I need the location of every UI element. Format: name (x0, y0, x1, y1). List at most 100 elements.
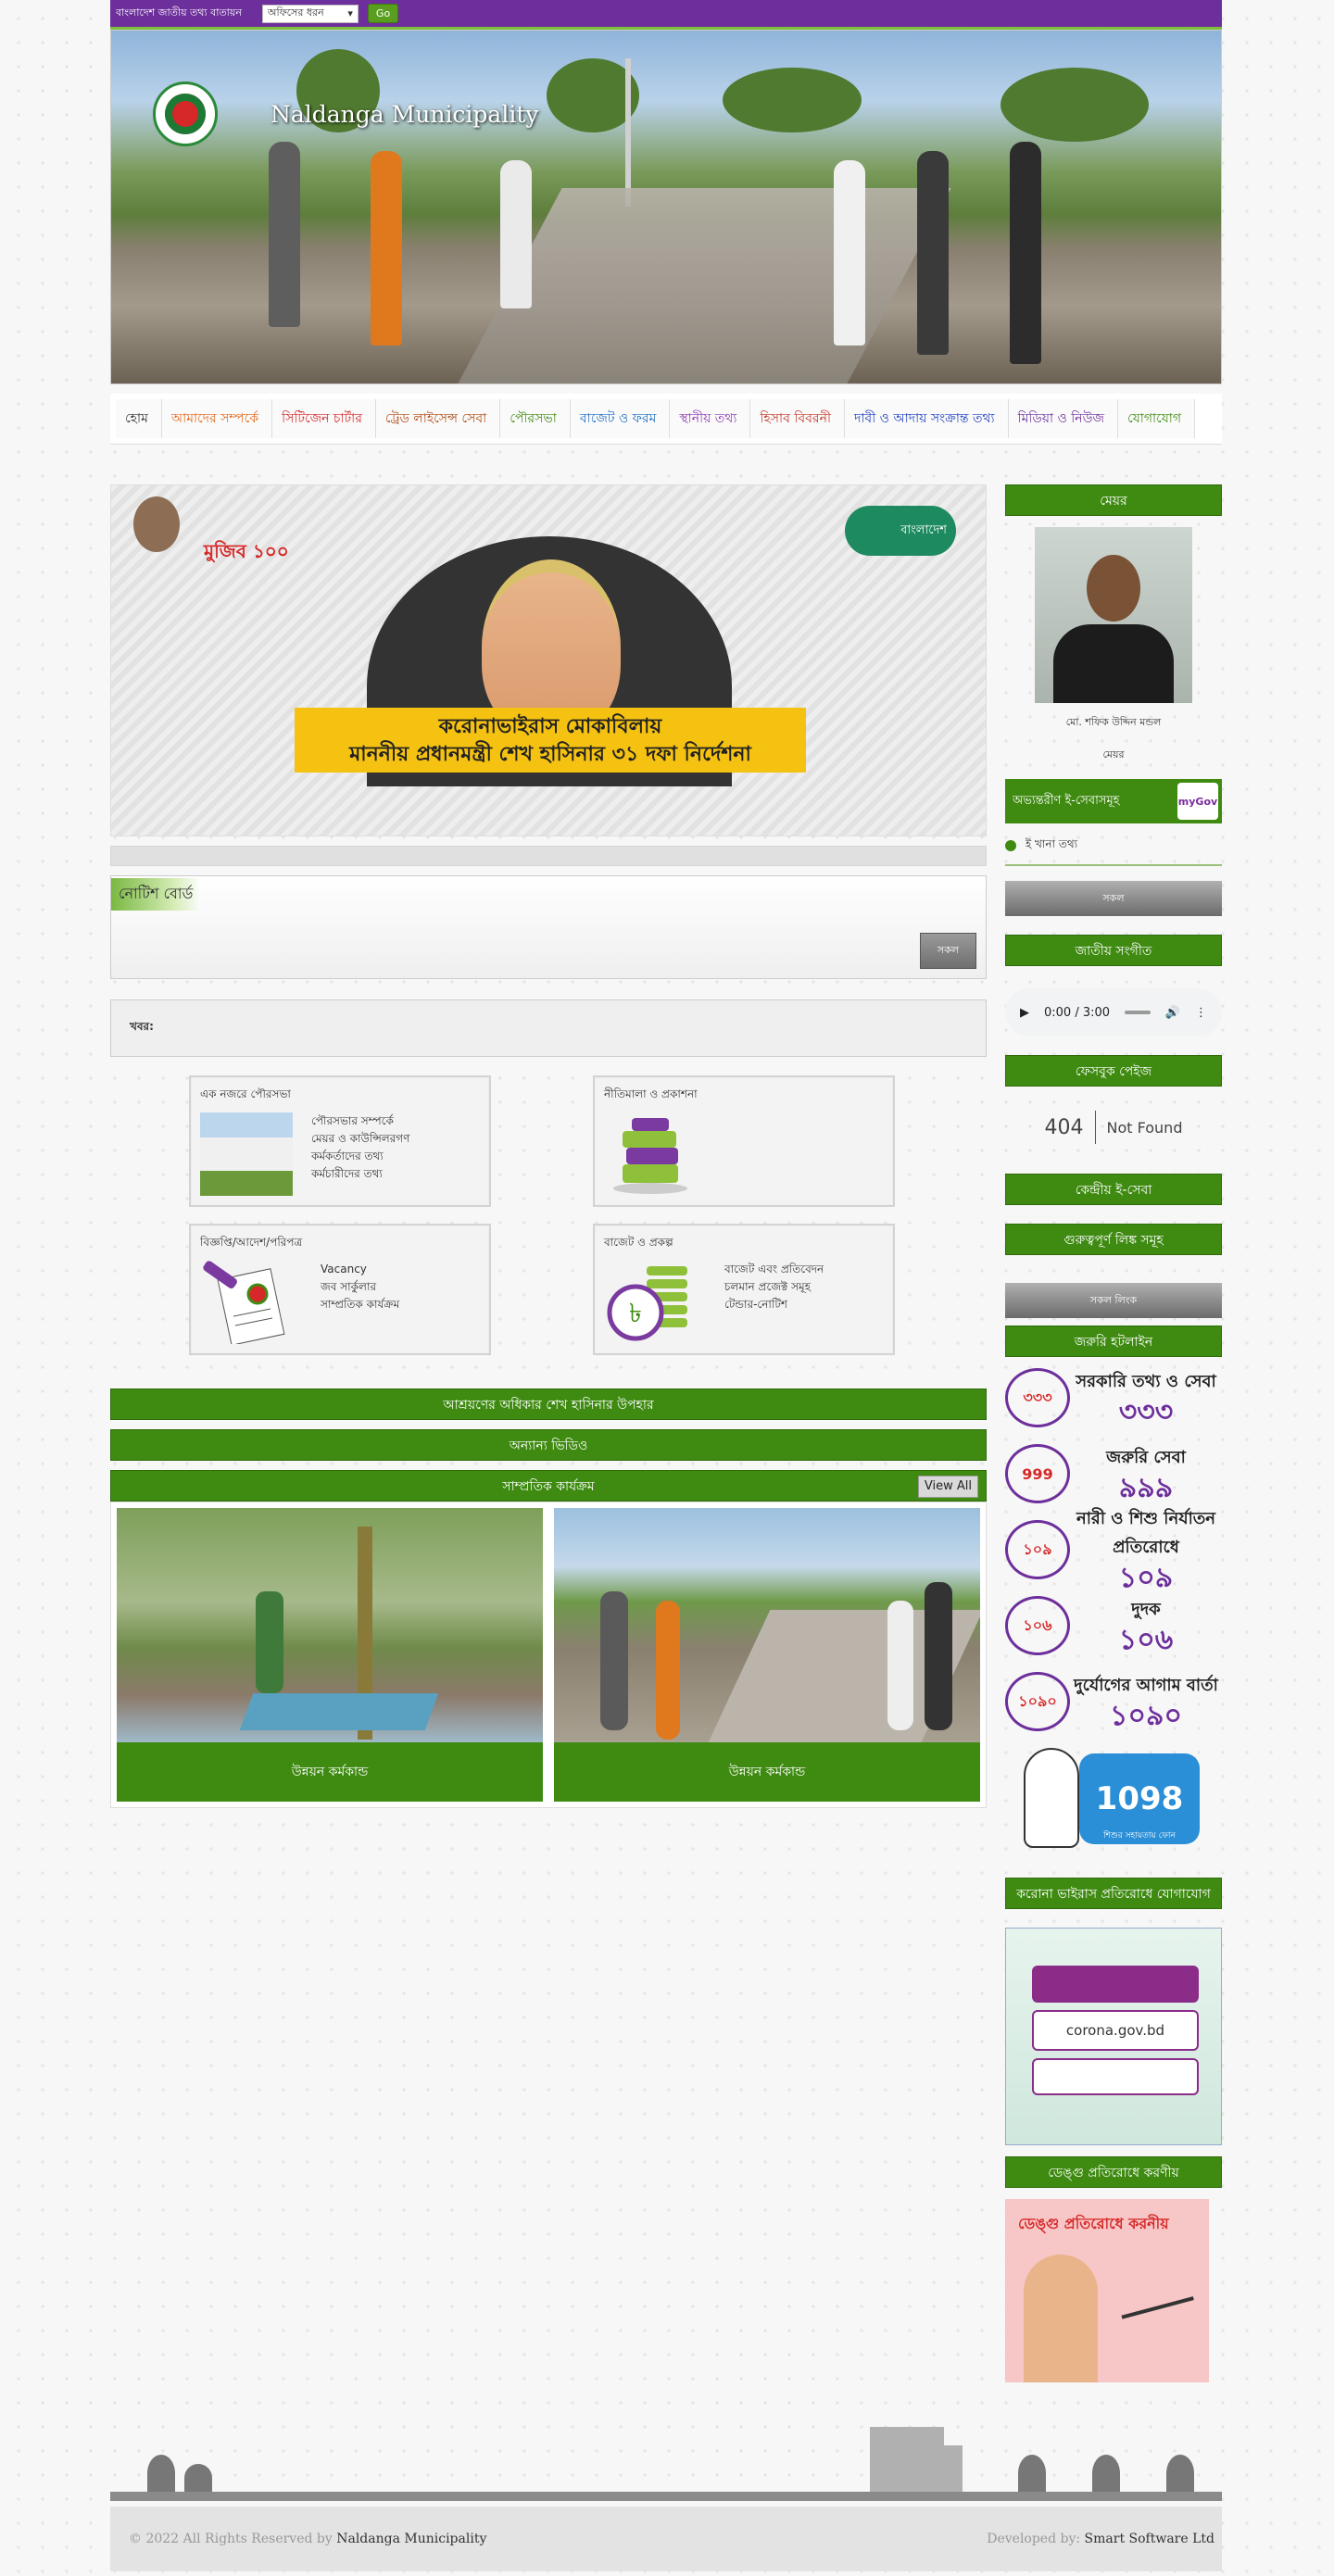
hotline-service: জরুরি সেবা (1106, 1447, 1186, 1467)
hotline-item[interactable]: ৩৩৩ সরকারি তথ্য ও সেবা ৩৩৩ (1005, 1363, 1222, 1433)
slide-caption: করোনাভাইরাস মোকাবিলায় মাননীয় প্রধানমন্… (295, 708, 806, 773)
view-all-button[interactable]: View All (917, 1476, 978, 1498)
hotline-icon: ১০৯ (1005, 1520, 1070, 1579)
eservice-item[interactable]: ই খানা তথ্য (1005, 823, 1222, 866)
nav-item[interactable]: যোগাযোগ (1118, 399, 1195, 438)
nav-item[interactable]: দাবী ও আদায় সংক্রান্ত তথ্য (844, 399, 1009, 438)
office-type-select-value: অফিসের ধরন (267, 6, 324, 19)
nav-item[interactable]: স্থানীয় তথ্য (670, 399, 751, 438)
books-icon (604, 1112, 697, 1196)
mayor-photo-head (1087, 555, 1140, 622)
more-options-icon[interactable]: ⋮ (1195, 1006, 1207, 1020)
ashrayan-section-head: আশ্রয়ণের অধিকার শেখ হাসিনার উপহার (110, 1389, 987, 1420)
corona-section-head: করোনা ভাইরাস প্রতিরোধে যোগাযোগ (1005, 1878, 1222, 1909)
all-links-button[interactable]: সকল লিংক (1005, 1283, 1222, 1318)
nav-item[interactable]: বাজেট ও ফরম (570, 399, 671, 438)
site-title[interactable]: Naldanga Municipality (271, 101, 539, 128)
gallery-person (925, 1582, 952, 1730)
service-box-notices: বিজ্ঞপ্তি/আদেশ/পরিপত্র Vacancy জব সার্কু… (189, 1224, 491, 1355)
service-link[interactable]: পৌরসভার সম্পর্কে (311, 1112, 409, 1130)
service-link[interactable]: টেন্ডার-নোটিশ (724, 1296, 824, 1313)
gallery-person (887, 1601, 913, 1730)
gallery-water (239, 1693, 439, 1730)
nav-item[interactable]: হিসাব বিবরনী (750, 399, 845, 438)
sidebar: মেয়র মো. শফিক উদ্দিন মন্ডল মেয়র অভ্যন্… (1005, 484, 1222, 2382)
footer-developer: Developed by: Smart Software Ltd (987, 2532, 1214, 2546)
go-button[interactable]: Go (367, 4, 399, 23)
main-column: মুজিব ১০০ বাংলাদেশ করোনাভাইরাস মোকাবিলায… (110, 484, 987, 1808)
service-boxes: এক নজরে পৌরসভা পৌরসভার সম্পর্কে মেয়র ও … (110, 1075, 987, 1355)
child-helpline-number: 1098 (1095, 1780, 1184, 1817)
recent-gallery: উন্নয়ন কর্মকান্ড উন্নয়ন কর্মকান্ড (110, 1502, 987, 1808)
ashrayan-title[interactable]: আশ্রয়ণের অধিকার শেখ হাসিনার উপহার (443, 1398, 653, 1413)
banner-tree (1000, 68, 1149, 142)
mygov-logo: myGov (1177, 783, 1218, 820)
internal-eservice-title: অভ্যন্তরীণ ই-সেবাসমূহ (1013, 793, 1120, 808)
nav-item[interactable]: হোম (116, 399, 162, 438)
corona-info-poster[interactable]: corona.gov.bd (1005, 1928, 1222, 2145)
child-figure (1024, 1748, 1079, 1848)
hotline-section-head: জরুরি হটলাইন (1005, 1326, 1222, 1357)
image-slider[interactable]: মুজিব ১০০ বাংলাদেশ করোনাভাইরাস মোকাবিলায… (110, 484, 987, 836)
taka-coins-icon: ৳ (604, 1261, 697, 1344)
dengue-poster[interactable]: ডেঙ্গু প্রতিরোধে করনীয় (1005, 2199, 1209, 2382)
nav-item[interactable]: সিটিজেন চার্টার (272, 399, 376, 438)
play-icon[interactable]: ▶ (1020, 1006, 1029, 1020)
office-type-select[interactable]: অফিসের ধরন ▾ (261, 4, 359, 23)
service-link[interactable]: বাজেট এবং প্রতিবেদন (724, 1261, 824, 1278)
service-link[interactable]: সাম্প্রতিক কার্যক্রম (321, 1296, 399, 1313)
footer-owner[interactable]: Naldanga Municipality (336, 2532, 486, 2546)
hotline-service: সরকারি তথ্য ও সেবা (1076, 1371, 1216, 1391)
hotline-list: ৩৩৩ সরকারি তথ্য ও সেবা ৩৩৩ 999 জরুরি সেবা ৯৯৯… (1005, 1363, 1222, 1737)
hotline-item[interactable]: 999 জরুরি সেবা ৯৯৯ (1005, 1439, 1222, 1509)
videos-title[interactable]: অন্যান্য ভিডিও (510, 1439, 588, 1453)
banner-person (917, 151, 949, 355)
service-box-budget: বাজেট ও প্রকল্প ৳ বাজেট এবং প্রতিবেদন চল… (593, 1224, 895, 1355)
mayor-title: মেয়র (1102, 748, 1125, 760)
central-eservice-head[interactable]: কেন্দ্রীয় ই-সেবা (1005, 1174, 1222, 1205)
hotline-icon: ৩৩৩ (1005, 1368, 1070, 1427)
slide-caption-line2: মাননীয় প্রধানমন্ত্রী শেখ হাসিনার ৩১ দফা… (349, 743, 751, 766)
nav-item[interactable]: পৌরসভা (500, 399, 571, 438)
service-link[interactable]: কর্মচারীদের তথ্য (311, 1165, 409, 1183)
nav-item[interactable]: ট্রেড লাইসেন্স সেবা (375, 399, 501, 438)
gallery-caption: উন্নয়ন কর্মকান্ড (117, 1742, 543, 1802)
hotline-item[interactable]: ১০৯০ দুর্যোগের আগাম বার্তা ১০৯০ (1005, 1666, 1222, 1737)
gallery-card[interactable]: উন্নয়ন কর্মকান্ড (554, 1508, 980, 1802)
check-circle-icon (1005, 840, 1016, 851)
important-links-head[interactable]: গুরুত্বপূর্ণ লিঙ্ক সমূহ (1005, 1224, 1222, 1255)
national-portal-link[interactable]: বাংলাদেশ জাতীয় তথ্য বাতায়ন (116, 5, 242, 22)
service-box-title: বাজেট ও প্রকল্প (604, 1236, 673, 1249)
municipality-logo[interactable] (153, 82, 218, 146)
mayor-photo (1035, 527, 1192, 703)
hotline-text: সরকারি তথ্য ও সেবা ৩৩৩ (1070, 1368, 1222, 1428)
child-helpline-phone: 1098 শিশুর সহায়তায় ফোন (1079, 1753, 1200, 1844)
gallery-photo (554, 1508, 980, 1742)
hotline-item[interactable]: ১০৯ নারী ও শিশু নির্যাতন প্রতিরোধে ১০৯ (1005, 1509, 1222, 1594)
audio-progress[interactable] (1125, 1011, 1151, 1014)
child-helpline-banner[interactable]: 1098 শিশুর সহায়তায় ফোন (1024, 1748, 1200, 1850)
eservice-all-button[interactable]: সকল (1005, 881, 1222, 916)
gallery-photo (117, 1508, 543, 1742)
service-link[interactable]: মেয়র ও কাউন্সিলরগণ (311, 1130, 409, 1148)
dengue-poster-title: ডেঙ্গু প্রতিরোধে করনীয় (1018, 2215, 1169, 2232)
volume-icon[interactable]: 🔊 (1165, 1006, 1180, 1020)
nav-item[interactable]: আমাদের সম্পর্কে (161, 399, 273, 438)
service-link[interactable]: Vacancy (321, 1261, 399, 1278)
hotline-item[interactable]: ১০৬ দুদক ১০৬ (1005, 1590, 1222, 1661)
service-box-title: এক নজরে পৌরসভা (200, 1087, 291, 1100)
gallery-card[interactable]: উন্নয়ন কর্মকান্ড (117, 1508, 543, 1802)
poster-block (1032, 1966, 1199, 2003)
hotline-text: দুর্যোগের আগাম বার্তা ১০৯০ (1070, 1672, 1222, 1732)
footer-dev-label: Developed by: (987, 2532, 1081, 2546)
slider-pager[interactable] (110, 846, 987, 866)
notice-all-button[interactable]: সকল (919, 933, 976, 969)
service-link[interactable]: জব সার্কুলার (321, 1278, 399, 1296)
service-link[interactable]: চলমান প্রজেক্ট সমূহ (724, 1278, 824, 1296)
service-link[interactable]: কর্মকর্তাদের তথ্য (311, 1148, 409, 1165)
nav-item[interactable]: মিডিয়া ও নিউজ (1008, 399, 1119, 438)
banner-tree (723, 68, 862, 132)
footer-developer-name[interactable]: Smart Software Ltd (1085, 2532, 1214, 2546)
mayor-name: মো. শফিক উদ্দিন মন্ডল (1065, 716, 1162, 728)
palm-tree-icon (184, 2464, 212, 2492)
